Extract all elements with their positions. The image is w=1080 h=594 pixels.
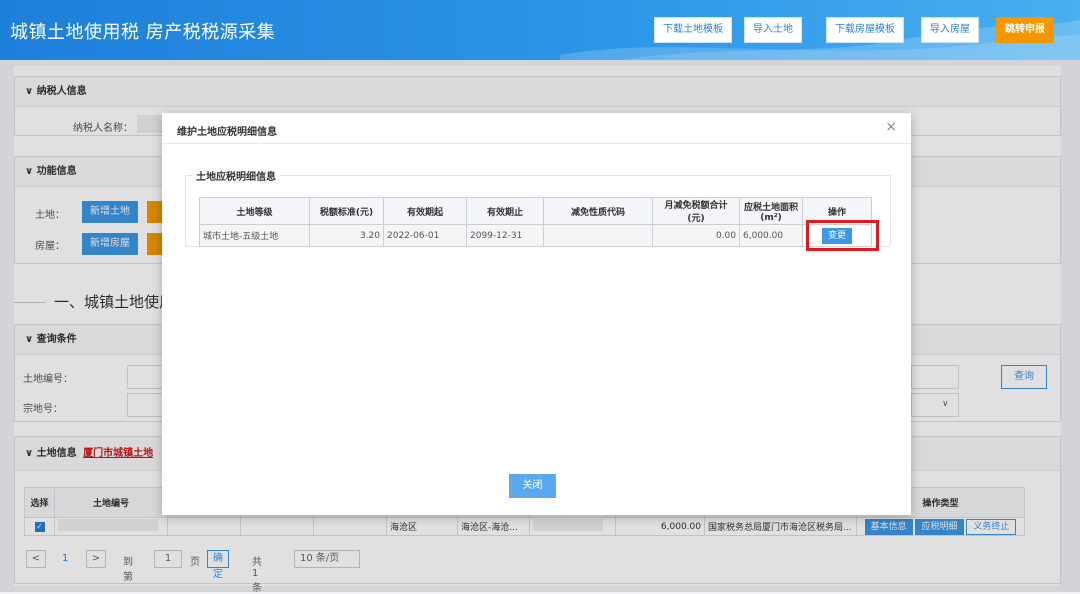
cell-start: 2022-06-01: [383, 224, 467, 247]
detail-row: 城市土地-五级土地 3.20 2022-06-01 2099-12-31 0.0…: [199, 224, 872, 247]
cell-relief-code: [543, 224, 653, 247]
cell-area: 6,000.00: [739, 224, 803, 247]
column-header-area: 应税土地面积(m²): [739, 197, 803, 225]
detail-header-row: 土地等级 税额标准(元) 有效期起 有效期止 减免性质代码 月减免税额合计(元)…: [199, 197, 872, 225]
maintain-land-detail-modal: 维护土地应税明细信息 × 土地应税明细信息 土地等级 税额标准(元) 有效期起 …: [162, 113, 911, 515]
download-land-template-button[interactable]: 下载土地模板: [654, 17, 732, 43]
download-house-template-button[interactable]: 下载房屋模板: [826, 17, 904, 43]
detail-table: 土地等级 税额标准(元) 有效期起 有效期止 减免性质代码 月减免税额合计(元)…: [199, 197, 872, 247]
column-header-relief-code: 减免性质代码: [543, 197, 653, 225]
highlight-box: [806, 220, 879, 251]
column-header-start: 有效期起: [383, 197, 467, 225]
cell-grade: 城市土地-五级土地: [199, 224, 310, 247]
page-title: 城镇土地使用税 房产税税源采集: [10, 22, 276, 43]
close-button[interactable]: 关闭: [509, 474, 556, 498]
column-header-rate: 税额标准(元): [309, 197, 384, 225]
column-header-monthly-relief: 月减免税额合计(元): [652, 197, 740, 225]
modal-title: 维护土地应税明细信息: [177, 127, 277, 138]
fieldset-legend: 土地应税明细信息: [192, 168, 280, 183]
import-land-button[interactable]: 导入土地: [744, 17, 802, 43]
cell-monthly-relief: 0.00: [652, 224, 740, 247]
cell-rate: 3.20: [309, 224, 384, 247]
jump-to-declare-button[interactable]: 跳转申报: [996, 17, 1054, 43]
cell-end: 2099-12-31: [466, 224, 544, 247]
app-header: 城镇土地使用税 房产税税源采集 下载土地模板 导入土地 下载房屋模板 导入房屋 …: [0, 0, 1080, 60]
import-house-button[interactable]: 导入房屋: [921, 17, 979, 43]
column-header-end: 有效期止: [466, 197, 544, 225]
modal-header: 维护土地应税明细信息 ×: [162, 113, 911, 144]
close-icon[interactable]: ×: [885, 119, 897, 135]
column-header-grade: 土地等级: [199, 197, 310, 225]
